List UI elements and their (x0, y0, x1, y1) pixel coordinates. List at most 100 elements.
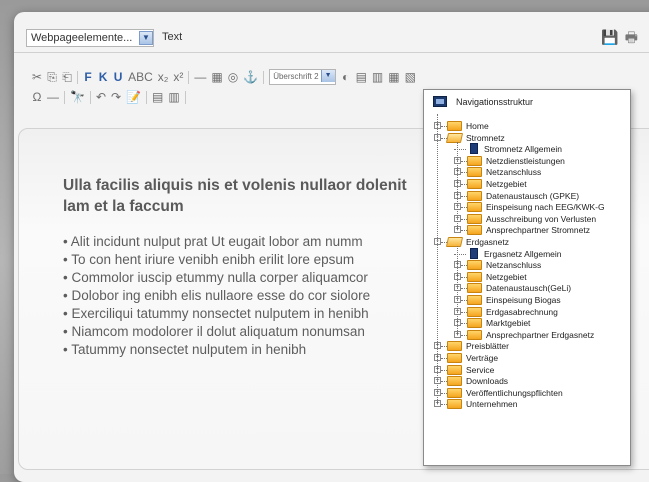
navigation-structure-popup[interactable]: Navigationsstruktur + Home - Stromnetz Strom… (423, 89, 631, 466)
toolbar-button[interactable]: ▤ (152, 90, 163, 104)
tree-item-label: Datenaustausch(GeLi) (486, 283, 572, 294)
folder-icon (467, 213, 482, 224)
toolbar-button[interactable]: ✂ (32, 70, 42, 84)
format-select[interactable]: Webpageelemente... ▼ (26, 29, 154, 47)
folder-icon (467, 295, 482, 305)
tree-connector (457, 246, 458, 335)
bullet-item[interactable]: Commolor iuscip etummy nulla corper aliq… (63, 269, 443, 287)
toolbar-button[interactable]: ⚓ (243, 70, 258, 84)
toolbar-button[interactable]: 📝 (126, 90, 141, 104)
tree-item-label: Verträge (466, 353, 499, 363)
tree-item[interactable]: + Netzgebiet (454, 271, 624, 283)
bullet-item[interactable]: Tatummy nonsectet nulputem in henibh (63, 341, 443, 359)
tree-item[interactable]: + Datenaustausch (GPKE) (454, 190, 624, 202)
document-heading[interactable]: Ulla facilis aliquis nis et volenis null… (63, 175, 423, 217)
tree-item-label: Ansprechpartner Erdgasnetz (486, 329, 595, 340)
style-select[interactable]: Text (158, 29, 248, 47)
page-icon (470, 247, 478, 259)
folder-icon (467, 306, 482, 317)
folder-icon (467, 260, 482, 271)
toolbar-button[interactable]: F (83, 70, 93, 84)
top-toolbar: Webpageelemente... ▼ Text 💾🖶 (14, 12, 649, 53)
print-icon[interactable]: 🖶 (625, 29, 644, 45)
toolbar-button[interactable]: — (47, 90, 59, 104)
bullet-item[interactable]: Alit incidunt nulput prat Ut eugait lobo… (63, 233, 443, 251)
tree-item-label: Marktgebiet (486, 318, 531, 329)
tree-item[interactable]: + Veröffentlichungspflichten (434, 387, 624, 399)
tree-item-label: Erdgasnetz (466, 237, 509, 247)
heading-select[interactable]: Überschrift 2 ▼ (269, 69, 336, 85)
tree-item[interactable]: + Verträge (434, 352, 624, 364)
toolbar-separator (89, 90, 91, 104)
tree-item[interactable]: + Datenaustausch(GeLi) (454, 282, 624, 294)
toolbar-button[interactable]: ▦ (211, 70, 222, 84)
style-select-value: Text (162, 31, 183, 43)
toolbar-button[interactable]: ⎘ (47, 70, 57, 85)
tree-item-label: Einspeisung nach EEG/KWK-G (486, 202, 605, 213)
tree-item[interactable]: + Ausschreibung von Verlusten (454, 213, 624, 225)
folder-icon (467, 271, 482, 282)
tree-item[interactable]: + Netzdienstleistungen (454, 155, 624, 167)
tree-item[interactable]: - Stromnetz (434, 132, 624, 144)
align-button[interactable]: ▤ (356, 70, 367, 84)
toolbar-button[interactable]: 🔭 (70, 90, 85, 104)
tree-connector (454, 253, 466, 255)
chevron-down-icon[interactable]: ▼ (320, 70, 335, 82)
tree-item[interactable]: - Erdgasnetz (434, 236, 624, 248)
toolbar-button[interactable]: ↷ (111, 90, 121, 104)
tree-item[interactable]: + Ansprechpartner Stromnetz (454, 224, 624, 236)
bullet-list[interactable]: Alit incidunt nulput prat Ut eugait lobo… (63, 233, 443, 359)
align-button[interactable]: ▥ (372, 70, 383, 84)
toolbar-separator (77, 70, 79, 84)
toolbar-separator (184, 90, 186, 104)
bullet-item[interactable]: To con hent iriure venibh enibh erilit l… (63, 251, 443, 269)
folder-icon (467, 283, 482, 294)
tree-connector (454, 149, 466, 151)
toolbar-button[interactable]: ◎ (228, 70, 238, 84)
folder-icon (467, 318, 482, 329)
bullet-item[interactable]: Dolobor ing enibh elis nullaore esse do … (63, 287, 443, 305)
tree-item[interactable]: + Marktgebiet (454, 317, 624, 329)
align-button[interactable]: ◐ (341, 70, 351, 84)
toolbar-button[interactable]: ABC (128, 70, 153, 84)
toolbar-button[interactable]: U (113, 70, 123, 84)
bullet-item[interactable]: Niamcom modolorer il dolut aliquatum non… (63, 323, 443, 341)
toolbar-button[interactable]: K (98, 70, 108, 84)
tree-item[interactable]: + Erdgasabrechnung (454, 306, 624, 318)
tree-item[interactable]: + Service (434, 364, 624, 376)
align-button[interactable]: ▧ (405, 70, 416, 84)
toolbar-button[interactable]: x² (173, 70, 183, 84)
chevron-down-icon[interactable]: ▼ (139, 31, 153, 45)
tree-item-label: Netzgebiet (486, 179, 527, 189)
toolbar-button[interactable]: Ω (32, 90, 42, 104)
save-icon[interactable]: 💾 (601, 29, 624, 45)
sitemap-icon (433, 96, 447, 107)
page-icon (470, 143, 478, 155)
tree-item[interactable]: + Preisblätter (434, 340, 624, 352)
bullet-item[interactable]: Exerciliqui tatummy nonsectet nulputem i… (63, 305, 443, 323)
tree-item[interactable]: + Einspeisung Biogas (454, 294, 624, 306)
tree-item-label: Ergasnetz Allgemein (484, 248, 562, 259)
folder-icon (467, 167, 482, 178)
tree-item[interactable]: Ergasnetz Allgemein (454, 247, 624, 260)
tree-item[interactable]: + Downloads (434, 375, 624, 387)
tree-item[interactable]: + Netzanschluss (454, 259, 624, 271)
tree-connector (437, 114, 438, 405)
tree-item-label: Downloads (466, 376, 509, 387)
tree-item[interactable]: + Unternehmen (434, 398, 624, 410)
folder-icon (447, 121, 462, 131)
tree-item[interactable]: Stromnetz Allgemein (454, 143, 624, 155)
toolbar-button[interactable]: ⎗ (62, 70, 72, 85)
toolbar-separator (188, 70, 190, 84)
tree-item[interactable]: + Einspeisung nach EEG/KWK-G (454, 201, 624, 213)
tree-item[interactable]: + Netzanschluss (454, 166, 624, 178)
toolbar-button[interactable]: x₂ (158, 70, 169, 84)
tree-item[interactable]: + Ansprechpartner Erdgasnetz (454, 329, 624, 341)
toolbar-button[interactable]: ↶ (96, 90, 106, 104)
tree-item-label: Unternehmen (466, 399, 518, 410)
toolbar-button[interactable]: ▥ (168, 90, 179, 104)
toolbar-button[interactable]: — (194, 70, 206, 84)
align-button[interactable]: ▦ (388, 70, 399, 84)
tree-item[interactable]: + Netzgebiet (454, 178, 624, 190)
tree-item[interactable]: + Home (434, 120, 624, 132)
